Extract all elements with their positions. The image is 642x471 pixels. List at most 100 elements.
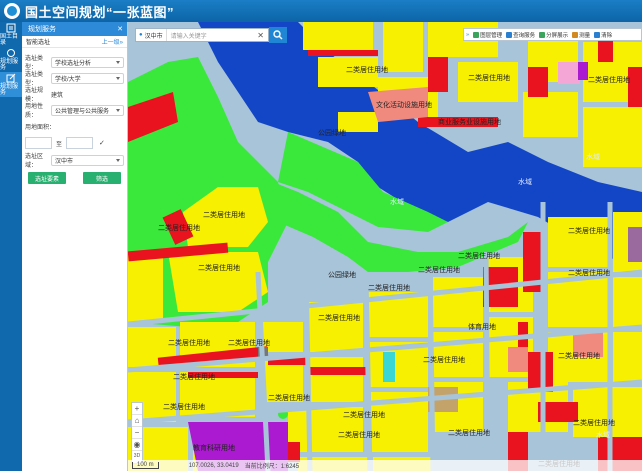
nav-rail: 国土目录 规划服务 规划服务	[0, 22, 22, 471]
map-label: 二类居住用地	[343, 410, 385, 419]
chevron-down-icon	[116, 108, 120, 112]
map-label: 二类居住用地	[588, 75, 630, 84]
area-max-input[interactable]	[66, 137, 94, 149]
chevron-down-icon	[116, 158, 120, 162]
map-label: 水域	[390, 197, 404, 206]
land-use-select[interactable]: 公共管理与公共服务	[51, 104, 124, 116]
field-area-label: 用地面积：	[25, 124, 56, 131]
search-button[interactable]	[269, 27, 287, 43]
map-canvas[interactable]: 二类居住用地 二类居住用地 二类居住用地 文化活动设施用地 商业服务业设施用地 …	[128, 22, 642, 471]
map-label: 体育用地	[468, 322, 496, 331]
rail-item-catalog[interactable]: 国土目录	[0, 22, 22, 47]
field-region: 选址区域： 汉中市	[22, 152, 127, 169]
home-icon[interactable]: ⌂	[132, 415, 142, 427]
split-icon	[539, 31, 546, 38]
tool-query[interactable]: 查询服务	[504, 31, 537, 39]
rail-label: 规划服务	[0, 84, 19, 96]
map-label: 文化活动设施用地	[376, 100, 432, 109]
tool-clear[interactable]: 清除	[592, 31, 614, 39]
map-view[interactable]: 二类居住用地 二类居住用地 二类居住用地 文化活动设施用地 商业服务业设施用地 …	[128, 22, 642, 471]
expand-icon[interactable]: »	[464, 32, 471, 38]
clear-icon[interactable]: ✕	[253, 31, 268, 40]
close-icon[interactable]: ✕	[117, 25, 123, 33]
chevron-down-icon	[116, 60, 120, 64]
panel-actions: 选址要素 筛选	[22, 168, 127, 188]
map-label: 二类居住用地	[198, 263, 240, 272]
city-selector[interactable]: ● 汉中市	[136, 29, 167, 41]
map-label: 二类居住用地	[163, 402, 205, 411]
map-label: 二类居住用地	[203, 210, 245, 219]
planning-panel: 规划服务 ✕ 智能选址 上一级» 选址类型： 学校选址分析 选址类型： 学校/大…	[22, 22, 128, 471]
back-link[interactable]: 上一级»	[102, 37, 123, 46]
zoom-in-button[interactable]: +	[132, 403, 142, 415]
scale-bar: 100 m	[132, 462, 159, 469]
map-label: 二类居住用地	[268, 393, 310, 402]
map-label: 二类居住用地	[318, 313, 360, 322]
map-label: 二类居住用地	[168, 338, 210, 347]
panel-subheader: 智能选址 上一级»	[22, 36, 127, 48]
tool-split[interactable]: 分屏展示	[537, 31, 570, 39]
zoom-control: + ⌂ − ◉ 3D	[131, 402, 143, 464]
range-separator: 至	[56, 141, 63, 148]
list-icon	[6, 23, 16, 33]
location-pin-icon: ●	[139, 32, 143, 38]
school-type-select[interactable]: 学校/大学	[51, 72, 124, 84]
map-label: 商业服务业设施用地	[438, 117, 501, 126]
refresh-icon	[7, 49, 15, 57]
map-label: 二类居住用地	[346, 65, 388, 74]
area-min-input[interactable]	[25, 137, 52, 149]
map-label: 教育科研用地	[193, 443, 235, 452]
app-title: 国土空间规划“一张蓝图”	[25, 4, 175, 20]
map-label: 公园绿地	[328, 270, 356, 279]
field-land-use: 用地性质： 公共管理与公共服务	[22, 102, 127, 119]
map-label: 二类居住用地	[568, 268, 610, 277]
map-label: 二类居住用地	[228, 338, 270, 347]
map-label: 水域	[596, 430, 610, 439]
rail-label: 国土目录	[0, 34, 19, 46]
search-icon	[273, 30, 283, 40]
tool-measure[interactable]: 测量	[570, 31, 592, 39]
map-label: 二类居住用地	[423, 355, 465, 364]
clear-tool-icon	[594, 31, 601, 38]
map-label: 水域	[586, 152, 600, 161]
edit-icon	[6, 73, 16, 83]
map-label: 二类居住用地	[573, 418, 615, 427]
field-scale: 选址规模： 建筑	[25, 88, 64, 103]
chevron-down-icon	[116, 76, 120, 80]
map-label: 公园绿地	[318, 128, 346, 137]
region-select[interactable]: 汉中市	[51, 154, 124, 166]
app-header: 国土空间规划“一张蓝图”	[0, 0, 642, 22]
measure-icon	[572, 31, 579, 38]
map-label: 二类居住用地	[173, 372, 215, 381]
field-area-range: 至 ✓	[22, 134, 127, 152]
map-label: 二类居住用地	[368, 283, 410, 292]
eye-icon[interactable]: ◉	[132, 439, 142, 451]
layers-icon	[473, 31, 480, 38]
rail-item-service[interactable]: 规划服务	[0, 47, 22, 72]
app-logo-icon	[4, 3, 20, 19]
rail-item-planning[interactable]: 规划服务	[0, 72, 22, 97]
map-label: 二类居住用地	[338, 430, 380, 439]
filter-button[interactable]: 筛选	[83, 172, 121, 184]
map-label: 二类居住用地	[468, 73, 510, 82]
map-status-bar: 100 m 107.0026, 33.0419 当前比例尺：1:6245	[128, 460, 642, 471]
panel-title: 规划服务	[28, 26, 56, 33]
panel-subtitle: 智能选址	[26, 40, 51, 46]
map-label: 二类居住用地	[568, 226, 610, 235]
select-factors-button[interactable]: 选址要素	[28, 172, 66, 184]
site-type-select[interactable]: 学校选址分析	[51, 56, 124, 68]
scale-hint: 当前比例尺：1:6245	[244, 464, 300, 470]
map-label: 水域	[518, 177, 532, 186]
map-label: 二类居住用地	[448, 428, 490, 437]
coordinates: 107.0026, 33.0419	[188, 462, 239, 469]
map-label: 二类居住用地	[158, 223, 200, 232]
map-search-box: ● 汉中市 请输入关键字 ✕	[135, 28, 269, 42]
zoom-out-button[interactable]: −	[132, 427, 142, 439]
scale-value: 建筑	[51, 92, 64, 99]
query-icon	[506, 31, 513, 38]
search-input[interactable]: 请输入关键字	[167, 31, 254, 40]
tool-layers[interactable]: 图层管理	[471, 31, 504, 39]
pin-icon[interactable]: ✓	[99, 139, 105, 147]
map-label: 二类居住用地	[458, 251, 500, 260]
map-label: 二类居住用地	[558, 351, 600, 360]
